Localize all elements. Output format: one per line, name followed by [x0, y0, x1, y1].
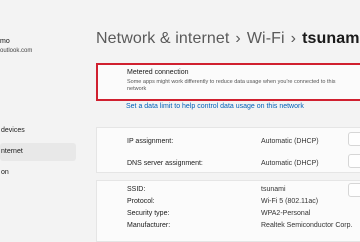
ip-assignment-label: IP assignment: — [127, 138, 174, 145]
edit-dns-button[interactable] — [348, 154, 360, 168]
sidebar-item-label: nternet — [1, 148, 23, 155]
ssid-label: SSID: — [127, 186, 146, 193]
page-title: Network & internet › Wi-Fi › tsunami — [96, 30, 360, 48]
breadcrumb-separator: › — [235, 30, 241, 47]
sidebar-item-personalization[interactable]: on — [0, 164, 76, 182]
ip-settings-card: IP assignment: Automatic (DHCP) DNS serv… — [96, 127, 360, 173]
edit-ip-button[interactable] — [348, 132, 360, 146]
manufacturer-label: Manufacturer: — [127, 222, 171, 229]
breadcrumb-current: tsunami — [302, 30, 360, 47]
sidebar-item-devices[interactable]: devices — [0, 122, 76, 140]
breadcrumb-network-internet[interactable]: Network & internet — [96, 30, 229, 47]
security-type-value: WPA2-Personal — [261, 210, 311, 217]
dns-assignment-value: Automatic (DHCP) — [261, 160, 319, 167]
dns-assignment-label: DNS server assignment: — [127, 160, 203, 167]
sidebar-item-label: devices — [1, 127, 25, 134]
metered-connection-title: Metered connection — [127, 69, 189, 76]
copy-properties-button[interactable] — [348, 183, 360, 197]
sidebar-item-network-internet[interactable]: nternet — [0, 143, 76, 161]
breadcrumb-separator: › — [290, 30, 297, 47]
breadcrumb-wifi[interactable]: Wi-Fi — [247, 30, 285, 47]
security-type-label: Security type: — [127, 210, 170, 217]
sidebar: mo outlook.com devices nternet on — [0, 0, 82, 240]
metered-connection-description: Some apps might work differently to redu… — [127, 79, 336, 92]
ssid-value: tsunami — [261, 186, 286, 193]
protocol-value: Wi-Fi 5 (802.11ac) — [261, 198, 319, 205]
network-properties-card: SSID: tsunami Protocol: Wi-Fi 5 (802.11a… — [96, 180, 360, 242]
manufacturer-value: Realtek Semiconductor Corp. — [261, 222, 353, 229]
ip-assignment-value: Automatic (DHCP) — [261, 138, 319, 145]
sidebar-item-label: on — [1, 169, 9, 176]
protocol-label: Protocol: — [127, 198, 155, 205]
metered-connection-setting: Metered connection Some apps might work … — [96, 63, 360, 101]
user-name: mo — [0, 38, 10, 45]
data-limit-link[interactable]: Set a data limit to help control data us… — [126, 103, 304, 110]
user-email: outlook.com — [0, 48, 33, 54]
